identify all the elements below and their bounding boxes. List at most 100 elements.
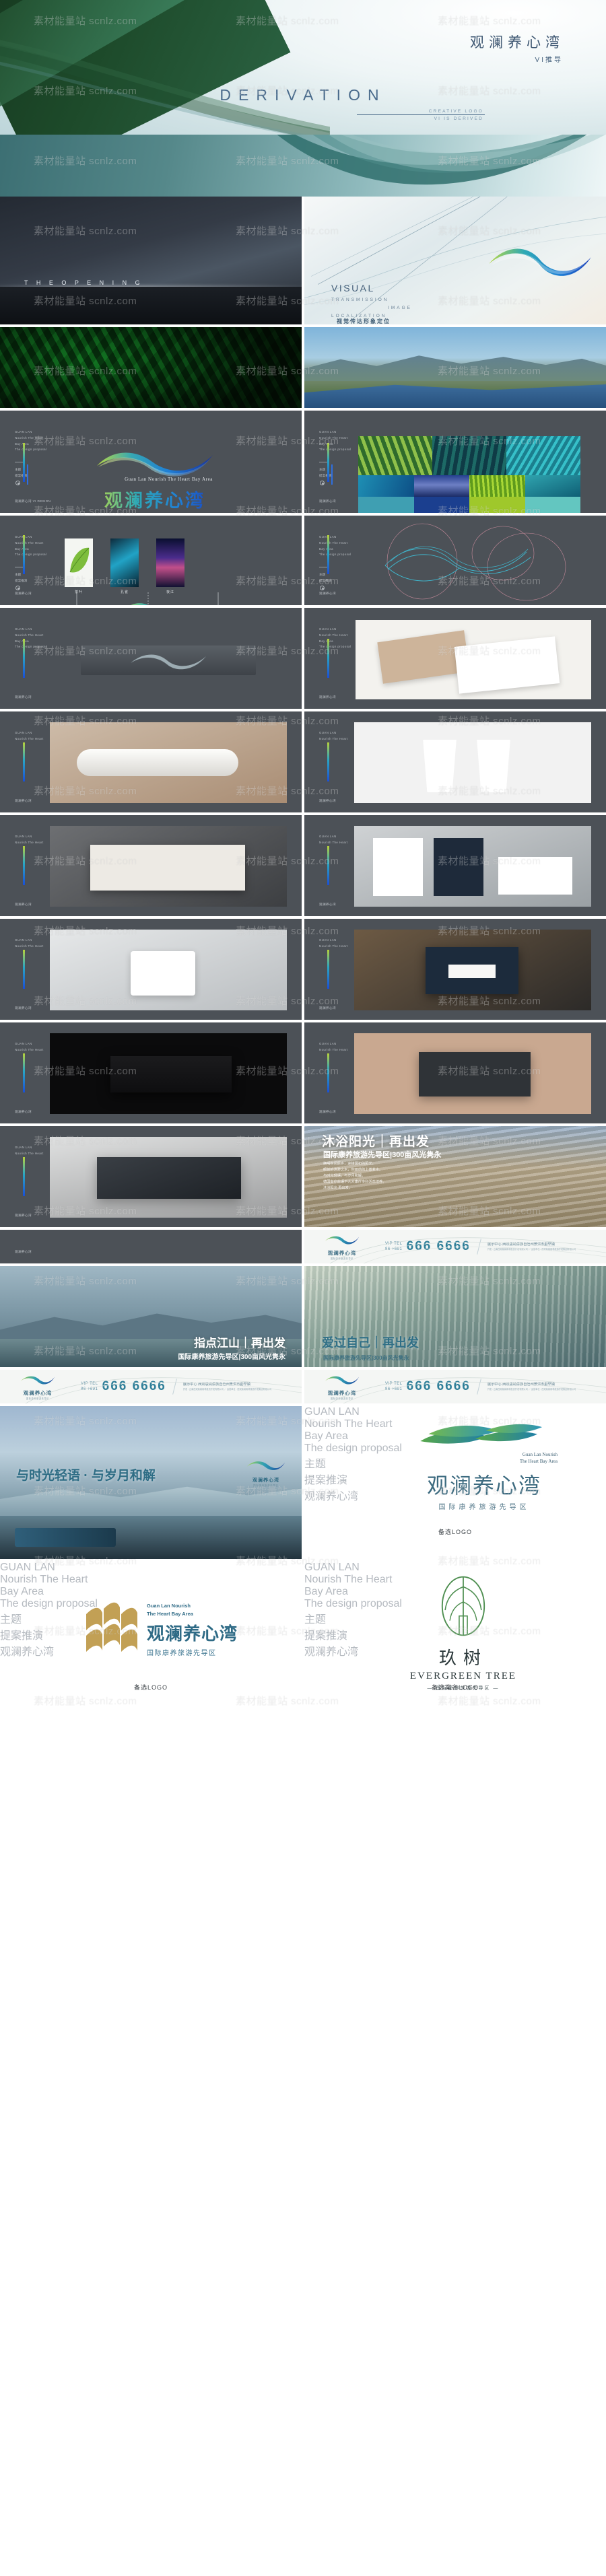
contact-bar-right: 观澜养心湾 国际康养旅游先导区 VIP TEL 86 +691 666 6666… <box>304 1230 606 1263</box>
mockup-photo-brochure <box>354 930 591 1010</box>
sidebar-line-1: GUAN LAN <box>304 1406 360 1418</box>
logo-lockup-group: Guan Lan Nourish The Heart Bay Area 观澜养心… <box>94 447 215 513</box>
alt-logo-chinese: 观澜养心湾 <box>426 1473 541 1498</box>
teal-ribbon-graphic <box>277 135 605 185</box>
slide-footer: 观澜养心湾 <box>15 799 32 802</box>
slide-cup-mockup: GUAN LAN Nourish The Heart 观澜养心湾 <box>304 711 606 812</box>
slide-brochure-mockup: GUAN LAN Nourish The Heart 观澜养心湾 <box>304 919 606 1020</box>
mockup-photo-giftbox-dark <box>50 1033 287 1114</box>
slide-footer: 观澜养心湾 <box>319 499 336 503</box>
derive-item: 夜江 <box>156 538 184 594</box>
palette-swatch: R 157 G 197 B 44 C 44 M 9 Y 100 K 0 <box>469 497 525 513</box>
accent-gradient-bar <box>23 443 25 482</box>
sidebar-line-3: Bay Area <box>319 639 334 643</box>
accent-gradient-bar <box>23 950 25 989</box>
sidebar-line-1: GUAN LAN <box>304 1562 360 1573</box>
namecard-white <box>454 636 560 694</box>
contact-bar-right-2: 观澜养心湾 国际康养旅游先导区 VIP TEL 86 +691 666 6666… <box>304 1370 606 1403</box>
row-mockups-1: GUAN LAN Nourish The Heart Bay Area The … <box>0 608 606 709</box>
sidebar-line-3: Bay Area <box>319 547 334 551</box>
palette-photo-bridge <box>525 475 580 497</box>
mountain-water <box>304 384 606 408</box>
sidebar-line-3: Bay Area <box>319 442 334 446</box>
accent-gradient-bar <box>327 443 329 482</box>
alt-logo-en-line-1: Guan Lan Nourish <box>147 1603 191 1609</box>
accent-gradient-bar <box>327 950 329 989</box>
accent-gradient-bar <box>327 535 329 574</box>
alt-logo-group: Guan Lan Nourish The Heart Bay Area 观澜养心… <box>407 1421 562 1511</box>
sidebar-line-1: GUAN LAN <box>319 731 337 734</box>
mockup-photo-mug <box>50 930 287 1010</box>
sidebar-line-1: GUAN LAN <box>319 835 337 838</box>
vi-presentation-preview: 观澜养心湾 VI推导 DERIVATION CREATIVE LOGO VI I… <box>0 0 606 1714</box>
palette-grid: R 45 G 148 B 169 C 77 M 30 Y 26 K 0 R 23… <box>358 436 580 513</box>
sidebar-brand-lines: GUAN LAN Nourish The Heart <box>15 1145 44 1157</box>
visual-heading: VISUAL <box>331 283 375 293</box>
tagline-wave-logo-icon <box>246 1461 285 1471</box>
gear-icon[interactable] <box>15 586 20 590</box>
slide-giftbox-dark-mockup: GUAN LAN Nourish The Heart 观澜养心湾 <box>0 1022 302 1123</box>
palette-photo-peacock <box>432 436 506 475</box>
brochure-cover <box>426 947 518 994</box>
footer-cn: 观澜养心湾 <box>15 499 32 503</box>
palette-photo-architecture <box>506 436 580 475</box>
slide-alt-logo-wave: GUAN LAN Nourish The Heart Bay Area The … <box>304 1406 606 1559</box>
sidebar-line-2: Nourish The Heart <box>15 1151 44 1155</box>
slide-footer: 观澜养心湾 <box>319 695 336 699</box>
accent-blue-bar <box>27 464 28 485</box>
palette-photo-wave <box>358 475 414 497</box>
gear-icon[interactable] <box>320 481 325 485</box>
alt-logo-en-line-2: The Heart Bay Area <box>147 1610 193 1617</box>
sidebar-line-1: GUAN LAN <box>319 627 337 631</box>
plate-wave-logo-icon <box>131 654 206 670</box>
palette-swatch: R 109 G 202 B 197 C 59 M 0 Y 29 K 0 <box>525 497 580 513</box>
sidebar-line-1: GUAN LAN <box>15 1042 32 1045</box>
sidebar-brand-lines: GUAN LAN Nourish The Heart <box>15 730 44 742</box>
contact-decorative-curves <box>329 1377 606 1403</box>
alt-logo-chinese: 观澜养心湾 <box>147 1623 238 1644</box>
visual-line-2: IMAGE <box>388 306 412 311</box>
row-opening-visual: T H E O P E N I N G VISUAL TRANSMISSION … <box>0 197 606 324</box>
row-alt-logos-final: GUAN LAN Nourish The Heart Bay Area The … <box>0 1562 606 1714</box>
row-derivation-construction: GUAN LAN Nourish The Heart Bay Area The … <box>0 516 606 605</box>
gear-icon[interactable] <box>15 481 20 485</box>
derive-item: 孔雀 <box>110 538 139 594</box>
slide-color-palette: GUAN LAN Nourish The Heart Bay Area The … <box>304 411 606 513</box>
alt-name-english: EVERGREEN TREE <box>409 1671 517 1681</box>
alt-logo-gold-text: Guan Lan Nourish The Heart Bay Area 观澜养心… <box>147 1602 238 1657</box>
sidebar-line-2: Nourish The Heart <box>319 1047 348 1051</box>
sidebar-line-2: Nourish The Heart <box>319 736 348 740</box>
sidebar-brand-lines: GUAN LAN Nourish The Heart Bay Area The … <box>319 429 351 453</box>
sidebar-line-1: GUAN LAN <box>15 835 32 838</box>
sidebar-brand-lines: GUAN LAN Nourish The Heart Bay Area The … <box>319 534 351 558</box>
slide-logo-lockup: GUAN LAN Nourish The Heart Bay Area The … <box>0 411 302 513</box>
hero-title: 观澜养心湾 <box>470 35 564 50</box>
slide-footer: 观澜养心湾 <box>15 1250 32 1253</box>
sidebar-line-2: Nourish The Heart <box>15 840 44 844</box>
row-mood-photos <box>0 327 606 408</box>
slide-teal-ribbon <box>0 135 606 197</box>
hero-sub-lines: CREATIVE LOGO VI IS DERIVED <box>429 108 483 123</box>
alt-logo-en-line-1: Guan Lan Nourish <box>522 1452 558 1457</box>
sidebar-brand-lines: GUAN LAN Nourish The Heart <box>15 834 44 846</box>
sidebar-line-2: Nourish The Heart <box>15 436 44 440</box>
mockup-photo-cups <box>354 722 591 803</box>
sidebar-line-4: The design proposal <box>319 553 351 557</box>
slide-bottle-mockup: GUAN LAN Nourish The Heart 观澜养心湾 <box>0 711 302 812</box>
sidebar-line-2: Nourish The Heart <box>15 633 44 637</box>
slide-kv-tagline: 与时光轻语 · 与岁月和解 观澜养心湾 国际康养旅游先导区 <box>0 1406 302 1559</box>
slide-hero: 观澜养心湾 VI推导 DERIVATION CREATIVE LOGO VI I… <box>0 0 606 135</box>
gear-icon[interactable] <box>320 586 325 590</box>
row-portfolio-kv1: GUAN LAN Nourish The Heart 观澜养心湾 沐浴阳光｜再出… <box>0 1126 606 1227</box>
contact-bar-left: 观澜养心湾 国际康养旅游先导区 VIP TEL 86 +691 666 6666… <box>0 1370 302 1403</box>
kv-body-line: 沐浴阳光 再出发。 <box>323 1186 352 1191</box>
photo-mountain-lake <box>304 327 606 408</box>
hero-sub-line-2: VI IS DERIVED <box>434 116 483 122</box>
accent-gradient-bar <box>23 1053 25 1092</box>
sidebar-line-1: GUAN LAN <box>15 430 32 433</box>
hero-headline: DERIVATION <box>220 86 386 104</box>
brochure-label <box>448 965 496 978</box>
sidebar-line-3: Bay Area <box>15 442 30 446</box>
row-kv2-contact: 观澜养心湾 观澜养心湾 国际康养旅游先导区 VIP TEL 86 +691 66… <box>0 1230 606 1263</box>
slide-logo-construction: GUAN LAN Nourish The Heart Bay Area The … <box>304 516 606 605</box>
